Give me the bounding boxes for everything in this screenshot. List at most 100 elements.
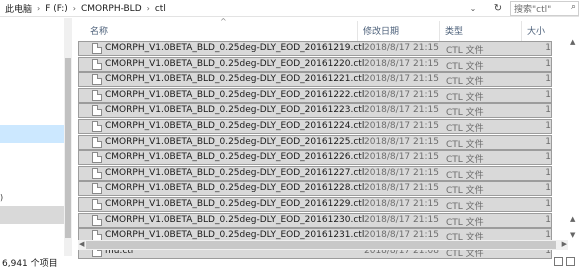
file-modified-date: 2018/8/17 21:15	[364, 58, 439, 69]
file-modified-date: 2018/8/17 21:15	[364, 43, 439, 53]
breadcrumb-separator-icon[interactable]: ›	[35, 4, 42, 13]
file-type: CTL 文件	[446, 124, 484, 134]
scroll-up-icon[interactable]: ▲	[570, 215, 575, 223]
file-modified-date: 2018/8/17 21:15	[364, 214, 439, 225]
file-row[interactable]: CMORPH_V1.0BETA_BLD_0.25deg-DLY_EOD_2016…	[78, 181, 552, 197]
breadcrumb-ctl[interactable]: ctl	[152, 4, 169, 14]
file-type: CTL 文件	[446, 217, 484, 228]
item-count: 6,941 个项目	[2, 259, 58, 269]
breadcrumb-separator-icon[interactable]: ›	[145, 4, 152, 13]
file-name: CMORPH_V1.0BETA_BLD_0.25deg-DLY_EOD_2016…	[105, 167, 365, 178]
file-size: 1	[545, 136, 551, 147]
breadcrumb-drive-f[interactable]: F (F:)	[42, 4, 71, 14]
file-icon	[92, 183, 102, 195]
file-list: ^ 名称 修改日期 类型 大小 CMORPH_V1.0BETA_BLD_0.25…	[78, 17, 579, 259]
file-row[interactable]: CMORPH_V1.0BETA_BLD_0.25deg-DLY_EOD_2016…	[78, 197, 552, 212]
status-bar: 6,941 个项目	[0, 255, 579, 270]
file-row[interactable]: CMORPH_V1.0BETA_BLD_0.25deg-DLY_EOD_2016…	[78, 56, 552, 72]
address-history-dropdown-icon[interactable]: ⌄	[466, 0, 480, 17]
column-header-name[interactable]: 名称	[90, 24, 108, 37]
file-size: 1	[545, 230, 551, 241]
file-type: CTL 文件	[446, 92, 484, 103]
file-icon	[92, 214, 102, 226]
address-bar: 此电脑 › F (F:) › CMORPH-BLD › ctl ⌄ ↻ 搜索"c…	[0, 0, 579, 17]
breadcrumb-this-pc[interactable]: 此电脑	[2, 2, 35, 15]
nav-item-highlighted[interactable]	[0, 206, 64, 224]
file-name: CMORPH_V1.0BETA_BLD_0.25deg-DLY_EOD_2016…	[105, 183, 365, 194]
large-icons-view-icon[interactable]	[566, 257, 575, 266]
column-header-date[interactable]: 修改日期	[363, 24, 399, 37]
nav-item-selected[interactable]	[0, 125, 64, 143]
file-modified-date: 2018/8/17 21:15	[364, 183, 439, 194]
column-header-size[interactable]: 大小	[527, 24, 545, 37]
file-icon	[92, 58, 102, 70]
file-modified-date: 2018/8/17 21:15	[364, 167, 439, 178]
file-icon	[92, 43, 102, 54]
horizontal-scrollbar-thumb[interactable]	[86, 241, 556, 249]
nav-item-fragment: )	[0, 193, 4, 202]
breadcrumb[interactable]: 此电脑 › F (F:) › CMORPH-BLD › ctl	[0, 0, 490, 17]
file-icon	[92, 121, 102, 132]
file-size: 1	[545, 152, 551, 163]
details-view-icon[interactable]	[554, 257, 563, 266]
file-size: 1	[545, 105, 551, 116]
file-type: CTL 文件	[446, 77, 484, 88]
search-icon: ⌕	[570, 2, 576, 12]
sort-ascending-icon: ^	[220, 17, 227, 26]
file-modified-date: 2018/8/17 21:15	[364, 105, 439, 116]
file-size: 1	[545, 214, 551, 225]
breadcrumb-separator-icon[interactable]: ›	[71, 4, 78, 13]
file-size: 1	[545, 199, 551, 209]
view-toggle	[554, 257, 575, 266]
scroll-right-icon[interactable]: ▶	[562, 240, 567, 248]
file-type: CTL 文件	[446, 46, 484, 56]
column-divider[interactable]	[439, 21, 440, 41]
file-modified-date: 2018/8/17 21:15	[364, 230, 439, 241]
file-name: CMORPH_V1.0BETA_BLD_0.25deg-DLY_EOD_2016…	[105, 199, 365, 209]
file-type: CTL 文件	[446, 139, 484, 150]
file-modified-date: 2018/8/17 21:15	[364, 89, 439, 100]
file-row[interactable]: CMORPH_V1.0BETA_BLD_0.25deg-DLY_EOD_2016…	[78, 165, 552, 181]
file-row[interactable]: CMORPH_V1.0BETA_BLD_0.25deg-DLY_EOD_2016…	[78, 134, 552, 150]
file-modified-date: 2018/8/17 21:15	[364, 136, 439, 147]
file-size: 1	[545, 183, 551, 194]
file-size: 1	[545, 121, 551, 131]
file-type: CTL 文件	[446, 108, 484, 119]
file-size: 1	[545, 167, 551, 178]
file-row[interactable]: CMORPH_V1.0BETA_BLD_0.25deg-DLY_EOD_2016…	[78, 41, 552, 56]
file-modified-date: 2018/8/17 21:15	[364, 74, 439, 85]
file-icon	[92, 167, 102, 179]
search-input[interactable]: 搜索"ctl" ⌕	[510, 1, 579, 16]
file-icon	[92, 152, 102, 164]
file-row[interactable]: CMORPH_V1.0BETA_BLD_0.25deg-DLY_EOD_2016…	[78, 150, 552, 166]
horizontal-scrollbar[interactable]: ◀ ▶	[78, 240, 568, 250]
breadcrumb-cmorph-bld[interactable]: CMORPH-BLD	[78, 4, 145, 14]
nav-scrollbar-thumb[interactable]	[65, 58, 71, 238]
file-modified-date: 2018/8/17 21:15	[364, 152, 439, 163]
file-size: 1	[545, 43, 551, 53]
file-name: CMORPH_V1.0BETA_BLD_0.25deg-DLY_EOD_2016…	[105, 89, 365, 100]
column-divider[interactable]	[521, 21, 522, 41]
scroll-up-icon[interactable]: ▲	[570, 38, 575, 46]
file-size: 1	[545, 89, 551, 100]
file-row[interactable]: CMORPH_V1.0BETA_BLD_0.25deg-DLY_EOD_2016…	[78, 87, 552, 103]
file-modified-date: 2018/8/17 21:15	[364, 199, 439, 209]
file-row[interactable]: CMORPH_V1.0BETA_BLD_0.25deg-DLY_EOD_2016…	[78, 103, 552, 119]
file-type: CTL 文件	[446, 186, 484, 197]
scroll-down-icon[interactable]: ▼	[570, 231, 575, 239]
file-row[interactable]: CMORPH_V1.0BETA_BLD_0.25deg-DLY_EOD_2016…	[78, 119, 552, 134]
file-row[interactable]: CMORPH_V1.0BETA_BLD_0.25deg-DLY_EOD_2016…	[78, 212, 552, 228]
file-icon	[92, 199, 102, 210]
file-icon	[92, 89, 102, 101]
file-name: CMORPH_V1.0BETA_BLD_0.25deg-DLY_EOD_2016…	[105, 74, 365, 85]
scroll-left-icon[interactable]: ◀	[79, 240, 84, 248]
file-type: CTL 文件	[446, 202, 484, 212]
refresh-icon[interactable]: ↻	[490, 0, 506, 17]
column-header-type[interactable]: 类型	[445, 24, 463, 37]
file-name: CMORPH_V1.0BETA_BLD_0.25deg-DLY_EOD_2016…	[105, 214, 365, 225]
vertical-scrollbar[interactable]: ▲ ▲ ▼	[568, 18, 579, 256]
file-name: CMORPH_V1.0BETA_BLD_0.25deg-DLY_EOD_2016…	[105, 43, 365, 53]
file-modified-date: 2018/8/17 21:15	[364, 121, 439, 131]
column-divider[interactable]	[357, 21, 358, 41]
file-row[interactable]: CMORPH_V1.0BETA_BLD_0.25deg-DLY_EOD_2016…	[78, 72, 552, 88]
